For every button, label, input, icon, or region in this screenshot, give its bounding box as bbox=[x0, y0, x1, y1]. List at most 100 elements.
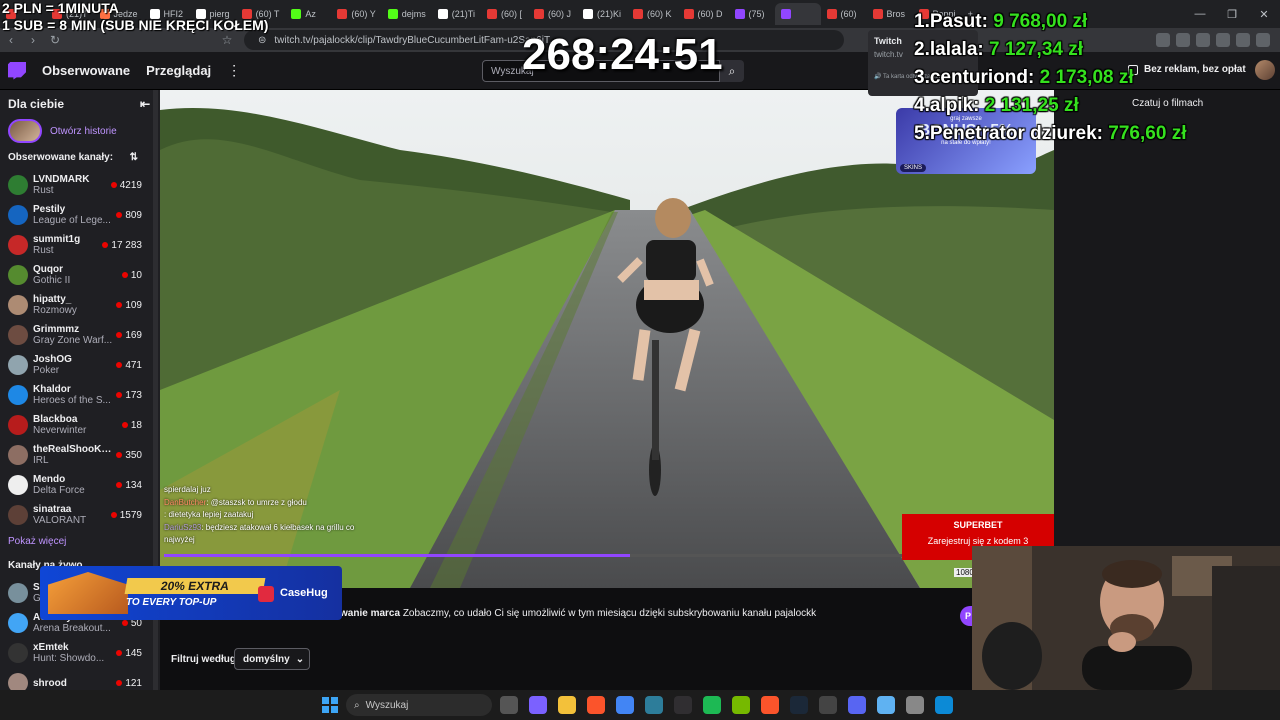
filter-select[interactable]: domyślny ⌄ bbox=[234, 648, 310, 670]
viewer-count: 121 bbox=[116, 678, 142, 689]
sidebar-channel[interactable]: shrood 121 bbox=[0, 668, 160, 690]
channel-name: shrood bbox=[33, 677, 67, 689]
edge-icon[interactable] bbox=[935, 696, 953, 714]
task-view-icon[interactable] bbox=[500, 696, 518, 714]
browser-tab[interactable] bbox=[774, 3, 821, 25]
site-info-icon[interactable]: ⊜ bbox=[258, 35, 266, 46]
live-dot-icon bbox=[116, 212, 123, 218]
minimize-button[interactable]: — bbox=[1184, 8, 1216, 20]
sidebar-channel[interactable]: xEmtek Hunt: Showdo... 145 bbox=[0, 638, 160, 668]
browser-tab[interactable]: Az bbox=[285, 3, 331, 25]
viewer-count: 109 bbox=[116, 300, 142, 311]
extension-icon[interactable] bbox=[1236, 33, 1250, 47]
viewer-count-value: 109 bbox=[125, 299, 142, 311]
brave-icon[interactable] bbox=[587, 696, 605, 714]
sidebar-channel[interactable]: Quqor Gothic II 10 bbox=[0, 260, 160, 290]
channel-name: Quqor bbox=[33, 264, 63, 275]
viewer-count: 1579 bbox=[110, 510, 142, 521]
browser-tab[interactable]: (21)Ki bbox=[577, 3, 627, 25]
forward-icon[interactable]: › bbox=[22, 33, 44, 47]
notepad-icon[interactable] bbox=[877, 696, 895, 714]
sidebar-channel[interactable]: Grimmmz Gray Zone Warf... 169 bbox=[0, 320, 160, 350]
channel-meta: Quqor Gothic II bbox=[33, 264, 115, 286]
copilot-icon[interactable] bbox=[529, 696, 547, 714]
channel-game: Heroes of the S... bbox=[33, 395, 111, 406]
nav-following[interactable]: Obserwowane bbox=[42, 63, 130, 78]
sidebar-channel[interactable]: Khaldor Heroes of the S... 173 bbox=[0, 380, 160, 410]
channel-game: Rust bbox=[33, 185, 54, 196]
channel-name: Pestily bbox=[33, 204, 66, 215]
sidebar-channel[interactable]: Pestily League of Lege... 809 bbox=[0, 200, 160, 230]
extension-icon[interactable] bbox=[1256, 33, 1270, 47]
maximize-button[interactable]: ❐ bbox=[1216, 8, 1248, 21]
photos-icon[interactable] bbox=[645, 696, 663, 714]
browser-tab[interactable]: (60) J bbox=[528, 3, 577, 25]
stories-row[interactable]: Otwórz historie bbox=[0, 118, 160, 144]
spotify-icon[interactable] bbox=[703, 696, 721, 714]
settings-icon[interactable] bbox=[906, 696, 924, 714]
twitch-logo-icon[interactable] bbox=[8, 61, 26, 80]
reload-icon[interactable]: ↻ bbox=[44, 33, 66, 47]
leaderboard-rank: 4. bbox=[914, 95, 930, 116]
sidebar-channel[interactable]: Mendo Delta Force 134 bbox=[0, 470, 160, 500]
sidebar-channel[interactable]: summit1g Rust 17 283 bbox=[0, 230, 160, 260]
collapse-sidebar-icon[interactable]: ⇤ bbox=[140, 97, 150, 111]
browser-tab[interactable]: (60) Y bbox=[331, 3, 381, 25]
nvidia-icon[interactable] bbox=[732, 696, 750, 714]
calculator-icon[interactable] bbox=[819, 696, 837, 714]
browser-tab[interactable]: (60) bbox=[821, 3, 867, 25]
back-icon[interactable]: ‹ bbox=[0, 33, 22, 47]
sidebar-channel[interactable]: sinatraa VALORANT 1579 bbox=[0, 500, 160, 530]
channel-avatar bbox=[8, 295, 28, 315]
taskbar-search-label: Wyszukaj bbox=[365, 699, 409, 711]
sidebar-channel[interactable]: JoshOG Poker 471 bbox=[0, 350, 160, 380]
sidebar-channel[interactable]: LVNDMARK Rust 4219 bbox=[0, 170, 160, 200]
live-dot-icon bbox=[102, 242, 109, 248]
nav-browse[interactable]: Przeglądaj bbox=[146, 63, 211, 78]
leaderboard-row: 5.Penetrator dziurek: 776,60 zł bbox=[914, 120, 1186, 148]
obs-icon[interactable] bbox=[674, 696, 692, 714]
show-more-link[interactable]: Pokaż więcej bbox=[0, 530, 160, 552]
tab-favicon-icon bbox=[826, 9, 837, 19]
chat-message: DariuSz93: będziesz atakował 6 kiełbasek… bbox=[164, 522, 384, 547]
clip-progress-bar[interactable] bbox=[164, 554, 904, 557]
chat-username: DanButcher bbox=[164, 497, 207, 507]
channel-name: hipatty_ bbox=[33, 294, 72, 305]
channel-name: LVNDMARK bbox=[33, 174, 90, 185]
sidebar-channel[interactable]: hipatty_ Rozmowy 109 bbox=[0, 290, 160, 320]
user-avatar[interactable] bbox=[1255, 60, 1275, 80]
channel-meta: shrood bbox=[33, 678, 115, 689]
filter-label: Filtruj według bbox=[171, 654, 236, 665]
brave-2-icon[interactable] bbox=[761, 696, 779, 714]
browser-tab[interactable]: (60) K bbox=[627, 3, 678, 25]
steam-icon[interactable] bbox=[790, 696, 808, 714]
live-dot-icon bbox=[121, 422, 128, 428]
close-window-button[interactable]: ✕ bbox=[1248, 8, 1280, 21]
story-avatar[interactable] bbox=[8, 119, 42, 143]
browser-tab[interactable]: (60) D bbox=[678, 3, 729, 25]
more-icon[interactable]: ⋮ bbox=[227, 62, 241, 79]
browser-tab[interactable]: Bros bbox=[867, 3, 913, 25]
explorer-icon[interactable] bbox=[558, 696, 576, 714]
windows-start-icon[interactable] bbox=[322, 697, 338, 713]
chrome-icon[interactable] bbox=[616, 696, 634, 714]
channel-meta: Blackboa Neverwinter bbox=[33, 414, 115, 436]
sort-icon[interactable]: ⇅ bbox=[130, 152, 138, 163]
bookmark-icon[interactable]: ☆ bbox=[216, 33, 238, 47]
browser-tab[interactable]: (21)Ti bbox=[432, 3, 481, 25]
browser-tab[interactable]: (60) [ bbox=[481, 3, 528, 25]
extension-icon[interactable] bbox=[1216, 33, 1230, 47]
discord-icon[interactable] bbox=[848, 696, 866, 714]
taskbar-search[interactable]: ⌕ Wyszukaj bbox=[346, 694, 492, 716]
open-stories-link[interactable]: Otwórz historie bbox=[50, 126, 117, 137]
channel-meta: summit1g Rust bbox=[33, 234, 102, 256]
extension-icon[interactable] bbox=[1196, 33, 1210, 47]
search-icon[interactable]: ⌕ bbox=[720, 60, 744, 82]
browser-tab[interactable]: dejms bbox=[382, 3, 432, 25]
tab-favicon-icon bbox=[437, 9, 448, 19]
leaderboard-row: 2.lalala: 7 127,34 zł bbox=[914, 36, 1186, 64]
channel-avatar bbox=[8, 643, 28, 663]
sidebar-channel[interactable]: theRealShooKo... IRL 350 bbox=[0, 440, 160, 470]
sidebar-channel[interactable]: Blackboa Neverwinter 18 bbox=[0, 410, 160, 440]
browser-tab[interactable]: (75) bbox=[729, 3, 775, 25]
